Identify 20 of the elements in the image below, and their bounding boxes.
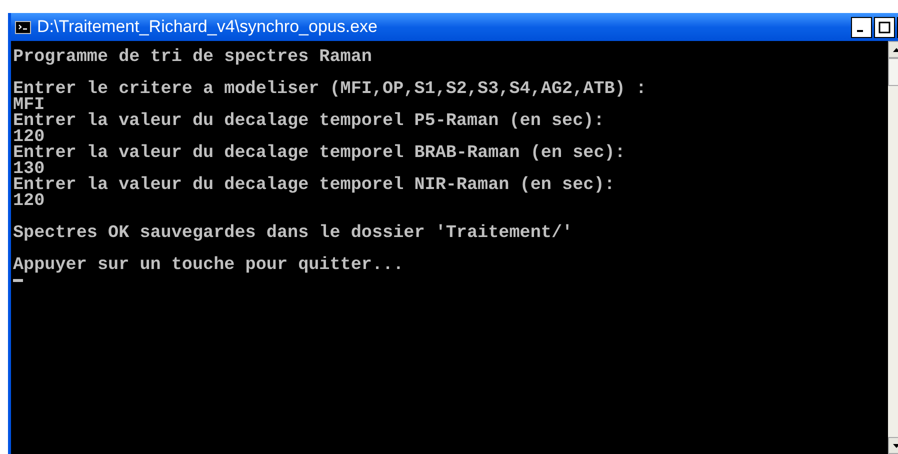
console-app-icon [15, 20, 31, 34]
console-line: 130 [13, 161, 45, 177]
console-line: Spectres OK sauvegardes dans le dossier 'Traitement/' [13, 225, 574, 241]
console-line: Entrer la valeur du decalage temporel P5-Raman (en sec): [13, 113, 606, 129]
up-arrow-icon [893, 48, 898, 52]
text-cursor [13, 279, 23, 282]
console-line: 120 [13, 193, 46, 209]
maximize-button[interactable] [874, 16, 895, 38]
console-line: Programme de tri de spectres Raman [13, 49, 373, 65]
maximize-icon [878, 20, 891, 34]
console-line: Entrer la valeur du decalage temporel NIR-Raman (en sec): [13, 177, 616, 193]
console-line: 120 [13, 129, 45, 145]
console-line: Entrer le critere a modeliser (MFI,OP,S1,S2,S3,S4,AG2,ATB) : [13, 81, 648, 97]
console-line: Entrer la valeur du decalage temporel BRAB-Raman (en sec): [13, 145, 626, 161]
down-arrow-icon [893, 444, 898, 448]
minimize-icon [856, 30, 862, 32]
console-line: Appuyer sur un touche pour quitter... [13, 257, 405, 273]
minimize-button[interactable] [851, 16, 872, 38]
window-title: D:\Traitement_Richard_v4\synchro_opus.exe [37, 16, 378, 38]
console-line: MFI [13, 97, 45, 113]
